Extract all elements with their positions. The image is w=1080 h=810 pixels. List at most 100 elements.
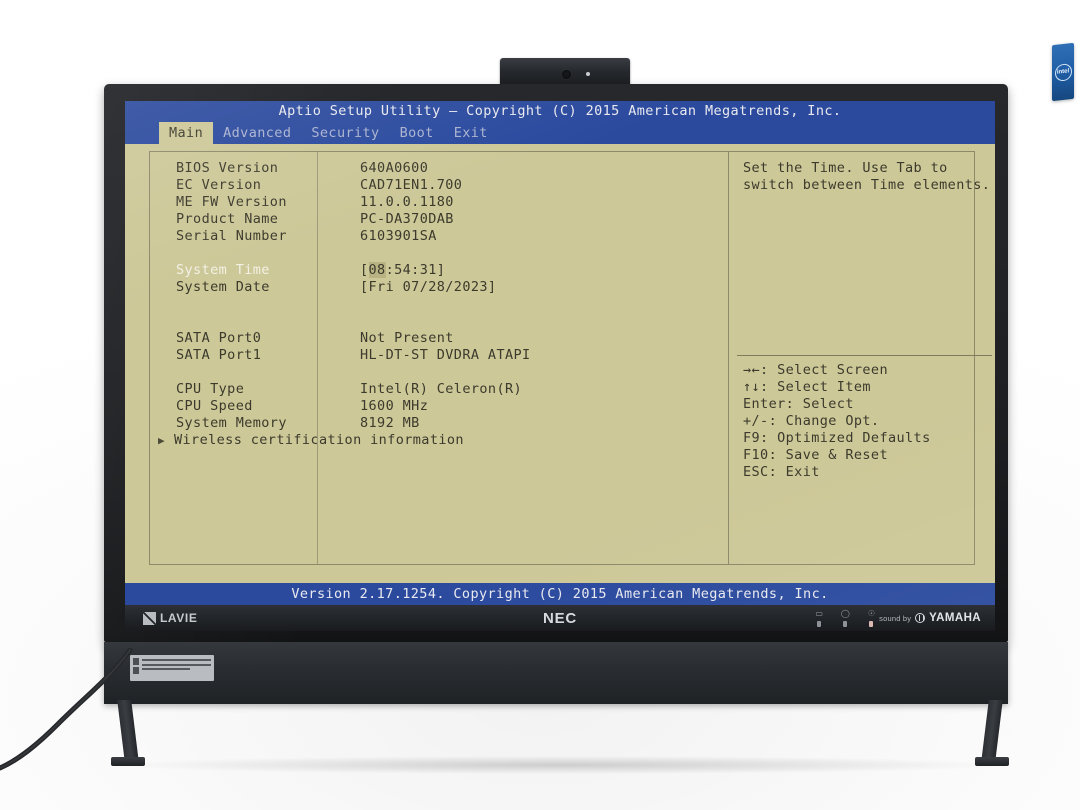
intel-badge-sticker: intel	[1052, 42, 1074, 102]
setting-row[interactable]: SATA Port0 Not Present	[150, 330, 728, 347]
setting-label: BIOS Version	[176, 160, 279, 176]
setting-value[interactable]: 8192 MB	[360, 415, 420, 432]
status-indicator-group: ▭ ◯ ☉	[815, 608, 875, 627]
bios-footer: Version 2.17.1254. Copyright (C) 2015 Am…	[125, 583, 995, 605]
bios-main-pane: BIOS Version 640A0600 EC Version CAD71EN1.7…	[150, 152, 728, 564]
spacer-row	[150, 296, 728, 313]
tab-exit[interactable]: Exit	[444, 122, 498, 144]
setting-row[interactable]: Serial Number 6103901SA	[150, 228, 728, 245]
help-line-2: switch between Time elements.	[743, 177, 991, 193]
key-legend-item: ↑↓: Select Item	[743, 379, 871, 395]
setting-row[interactable]: ME FW Version 11.0.0.1180	[150, 194, 728, 211]
setting-value[interactable]: 6103901SA	[360, 228, 437, 245]
setting-value[interactable]: 1600 MHz	[360, 398, 428, 415]
setting-value[interactable]: CAD71EN1.700	[360, 177, 462, 194]
bios-body: BIOS Version 640A0600 EC Version CAD71EN1.7…	[149, 151, 993, 565]
intel-logo: intel	[1054, 62, 1072, 82]
setting-label: CPU Speed	[176, 398, 253, 414]
bios-title: Aptio Setup Utility – Copyright (C) 2015…	[125, 101, 995, 122]
setting-label: EC Version	[176, 177, 262, 193]
help-description: Set the Time. Use Tab to switch between …	[743, 160, 995, 194]
bios-setting-list: BIOS Version 640A0600 EC Version CAD71EN1.7…	[150, 160, 728, 432]
setting-label: CPU Type	[176, 381, 245, 397]
power-icon: ▭	[815, 608, 823, 618]
setting-value[interactable]: Not Present	[360, 330, 454, 347]
key-legend-item: +/-: Change Opt.	[743, 413, 880, 429]
setting-label: System Date	[176, 279, 270, 295]
drive-indicator: ◯	[840, 608, 850, 627]
sound-by-label: sound by	[879, 613, 912, 623]
status-indicator: ☉	[867, 608, 875, 627]
setting-label	[176, 364, 360, 381]
setting-label: Product Name	[176, 211, 279, 227]
setting-label: SATA Port1	[176, 347, 262, 363]
status-icon: ☉	[867, 608, 875, 618]
warning-sticker-text	[142, 658, 211, 678]
notice-icon	[133, 667, 139, 674]
setting-row[interactable]: System Memory 8192 MB	[150, 415, 728, 432]
photo-scene: Aptio Setup Utility – Copyright (C) 2015…	[0, 0, 1080, 810]
setting-row[interactable]: System Date [Fri 07/28/2023]	[150, 279, 728, 296]
tab-boot[interactable]: Boot	[390, 122, 444, 144]
key-legend-item: Enter: Select	[743, 396, 854, 412]
submenu-label: Wireless certification information	[174, 432, 464, 448]
setting-label: SATA Port0	[176, 330, 262, 346]
status-led	[869, 620, 874, 627]
setting-value[interactable]: [Fri 07/28/2023]	[360, 279, 496, 296]
warning-sticker	[130, 655, 214, 681]
tab-main[interactable]: Main	[159, 122, 214, 144]
setting-label: System Time	[176, 262, 270, 278]
setting-value[interactable]: 640A0600	[360, 160, 428, 177]
setting-value[interactable]: 11.0.0.1180	[360, 194, 454, 211]
submenu-wireless-certification[interactable]: ▶ Wireless certification information	[150, 432, 728, 449]
help-line-1: Set the Time. Use Tab to	[743, 160, 948, 176]
setting-row[interactable]: CPU Speed 1600 MHz	[150, 398, 728, 415]
key-legend-item: ESC: Exit	[743, 464, 820, 480]
yamaha-audio-logo: sound by YAMAHA	[879, 612, 981, 624]
key-legend-item: F10: Save & Reset	[743, 447, 888, 463]
tab-security[interactable]: Security	[301, 122, 389, 144]
setting-value[interactable]: [08:54:31]	[360, 262, 445, 279]
setting-label	[176, 296, 360, 313]
setting-row[interactable]: CPU Type Intel(R) Celeron(R)	[150, 381, 728, 398]
yamaha-label: YAMAHA	[929, 612, 981, 624]
spacer-row	[150, 364, 728, 381]
bezel-brand-strip: LAVIE NEC ▭ ◯ ☉ sound by YAMAHA	[125, 605, 995, 631]
monitor-chassis: Aptio Setup Utility – Copyright (C) 2015…	[104, 84, 1008, 642]
sticker-line	[142, 668, 191, 670]
webcam-lens-icon	[562, 70, 571, 79]
setting-value[interactable]: HL-DT-ST DVDRA ATAPI	[360, 347, 531, 364]
key-legend: →←: Select Screen ↑↓: Select Item Enter: S…	[743, 362, 931, 481]
help-divider	[737, 355, 993, 356]
floor-shadow	[120, 756, 1000, 774]
bios-menu-bar: Main Advanced Security Boot Exit	[125, 122, 995, 144]
setting-row[interactable]: Product Name PC-DA370DAB	[150, 211, 728, 228]
setting-row[interactable]: SATA Port1 HL-DT-ST DVDRA ATAPI	[150, 347, 728, 364]
setting-label: Serial Number	[176, 228, 287, 244]
setting-value[interactable]: Intel(R) Celeron(R)	[360, 381, 522, 398]
edit-cursor: 08	[368, 262, 386, 278]
setting-label: System Memory	[176, 415, 287, 431]
sticker-line	[142, 659, 211, 661]
tab-advanced[interactable]: Advanced	[213, 122, 301, 144]
sticker-line	[142, 663, 211, 666]
bios-help-pane: Set the Time. Use Tab to switch between …	[728, 152, 995, 564]
setting-value[interactable]: PC-DA370DAB	[360, 211, 454, 228]
power-led	[817, 620, 822, 627]
power-indicator: ▭	[815, 608, 823, 627]
lcd-screen: Aptio Setup Utility – Copyright (C) 2015…	[125, 101, 995, 605]
setting-label: ME FW Version	[176, 194, 287, 210]
warning-sticker-icons	[133, 658, 139, 678]
setting-label	[176, 245, 360, 262]
spacer-row	[150, 313, 728, 330]
chevron-right-icon: ▶	[158, 434, 166, 447]
setting-row[interactable]: BIOS Version 640A0600	[150, 160, 728, 177]
setting-row[interactable]: EC Version CAD71EN1.700	[150, 177, 728, 194]
drive-icon: ◯	[840, 608, 850, 618]
bios-setup-utility: Aptio Setup Utility – Copyright (C) 2015…	[125, 101, 995, 605]
spacer-row	[150, 245, 728, 262]
webcam-led-icon	[586, 72, 590, 76]
setting-row[interactable]: System Time [08:54:31]	[150, 262, 728, 279]
stand-leg-right	[981, 700, 1003, 762]
stand-base	[104, 642, 1008, 704]
